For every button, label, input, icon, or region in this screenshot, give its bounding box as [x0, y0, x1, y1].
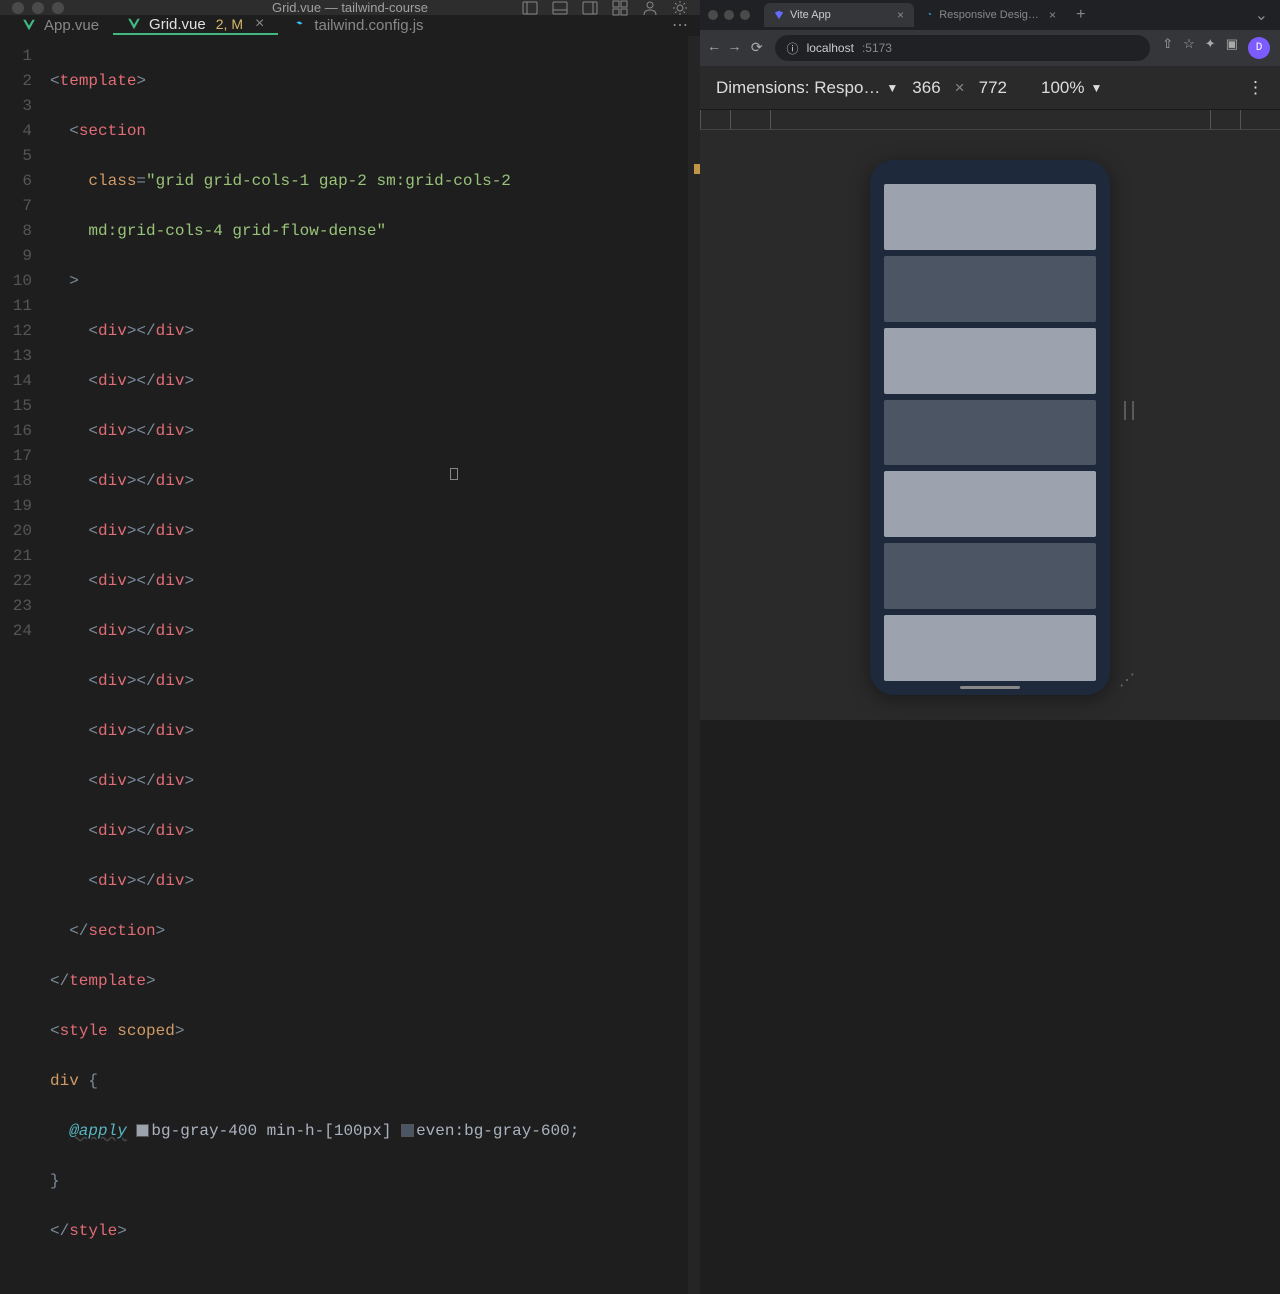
gear-icon[interactable] [672, 0, 688, 16]
maximize-window-icon[interactable] [52, 2, 64, 14]
browser-tab-vite[interactable]: Vite App × [764, 3, 914, 27]
app-preview [884, 184, 1096, 681]
code-editor[interactable]: 123456789101112131415161718192021222324 … [0, 36, 700, 1294]
more-options-icon[interactable]: ⋮ [1247, 78, 1264, 98]
dimensions-dropdown[interactable]: Dimensions: Respo… ▼ [716, 78, 898, 98]
device-frame[interactable] [870, 160, 1110, 695]
code-content[interactable]: <template> <section class="grid grid-col… [50, 44, 700, 1294]
reload-button[interactable]: ⟳ [751, 40, 763, 57]
minimap[interactable] [688, 36, 700, 1294]
cursor-icon [450, 468, 458, 480]
grid-item [884, 543, 1096, 609]
bookmark-icon[interactable]: ☆ [1183, 37, 1195, 59]
grid-item [884, 615, 1096, 681]
close-window-icon[interactable] [12, 2, 24, 14]
layout-right-icon[interactable] [582, 0, 598, 16]
device-viewport: || ⋰ [700, 130, 1280, 720]
chevron-down-icon: ▼ [886, 81, 898, 95]
share-icon[interactable]: ⇧ [1162, 37, 1173, 59]
extensions-icon[interactable]: ✦ [1205, 37, 1216, 59]
ruler [700, 110, 1280, 130]
vite-icon [774, 10, 784, 20]
new-tab-button[interactable]: + [1068, 6, 1094, 24]
back-button[interactable]: ← [710, 40, 718, 56]
resize-handle-icon[interactable]: || [1119, 400, 1135, 423]
editor-tabs: App.vue Grid.vue 2, M × tailwind.config.… [0, 15, 700, 36]
tab-tailwind-config[interactable]: tailwind.config.js [278, 15, 437, 35]
home-indicator-icon [960, 686, 1020, 689]
grid-item [884, 400, 1096, 466]
layout-grid-icon[interactable] [612, 0, 628, 16]
layout-bottom-icon[interactable] [552, 0, 568, 16]
vue-icon [22, 18, 36, 32]
tab-label: Grid.vue [149, 16, 206, 33]
minimize-window-icon[interactable] [32, 2, 44, 14]
tab-grid-vue[interactable]: Grid.vue 2, M × [113, 15, 278, 35]
times-icon: × [955, 78, 965, 98]
url-input[interactable]: ⓘ localhost:5173 [775, 35, 1151, 61]
line-numbers: 123456789101112131415161718192021222324 [0, 44, 50, 1294]
zoom-dropdown[interactable]: 100% ▼ [1041, 78, 1102, 98]
browser-pane: Vite App × Responsive Design - Tailwind … [700, 0, 1280, 720]
browser-tab-strip: Vite App × Responsive Design - Tailwind … [700, 0, 1280, 30]
grid-item [884, 471, 1096, 537]
devtools-device-toolbar: Dimensions: Respo… ▼ 366 × 772 100% ▼ ⋮ [700, 66, 1280, 110]
sidepanel-icon[interactable]: ▣ [1226, 37, 1238, 59]
account-icon[interactable] [642, 0, 658, 16]
grid-item [884, 328, 1096, 394]
color-swatch-icon [401, 1124, 414, 1137]
close-icon[interactable]: × [255, 15, 264, 33]
grid-item [884, 184, 1096, 250]
avatar[interactable]: D [1248, 37, 1270, 59]
height-input[interactable]: 772 [979, 78, 1007, 98]
titlebar: Grid.vue — tailwind-course [0, 0, 700, 15]
chevron-down-icon[interactable]: ⌄ [1255, 5, 1268, 25]
tab-app-vue[interactable]: App.vue [8, 15, 113, 35]
close-window-icon[interactable] [708, 10, 718, 20]
corner-resize-icon[interactable]: ⋰ [1119, 670, 1135, 690]
info-icon[interactable]: ⓘ [787, 40, 799, 57]
forward-button[interactable]: → [730, 40, 738, 56]
tab-label: App.vue [44, 17, 99, 34]
minimize-window-icon[interactable] [724, 10, 734, 20]
vue-icon [127, 17, 141, 31]
tailwind-icon [926, 10, 933, 20]
editor-pane: Grid.vue — tailwind-course App.vue Grid.… [0, 0, 700, 720]
address-bar: ← → ⟳ ⓘ localhost:5173 ⇧ ☆ ✦ ▣ D [700, 30, 1280, 66]
grid-item [884, 256, 1096, 322]
tab-status: 2, M [216, 16, 243, 32]
maximize-window-icon[interactable] [740, 10, 750, 20]
close-icon[interactable]: × [897, 8, 904, 22]
more-actions-icon[interactable]: ⋯ [672, 15, 688, 35]
close-icon[interactable]: × [1049, 8, 1056, 22]
tab-label: tailwind.config.js [314, 17, 423, 34]
color-swatch-icon [136, 1124, 149, 1137]
layout-panel-icon[interactable] [522, 0, 538, 16]
chevron-down-icon: ▼ [1090, 81, 1102, 95]
width-input[interactable]: 366 [912, 78, 940, 98]
browser-tab-tailwind[interactable]: Responsive Design - Tailwind × [916, 3, 1066, 27]
tailwind-icon [292, 18, 306, 32]
traffic-lights [12, 2, 64, 14]
